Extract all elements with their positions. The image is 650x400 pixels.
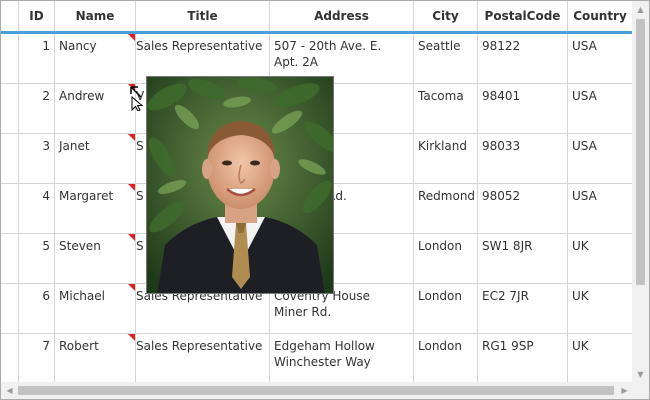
comment-indicator-icon[interactable]	[128, 34, 135, 41]
cell-id[interactable]: 7	[19, 334, 55, 383]
employee-photo-popup	[146, 76, 334, 294]
cell-name-text: Steven	[59, 239, 101, 253]
cell-postalcode[interactable]: 98052	[478, 184, 568, 233]
comment-indicator-icon[interactable]	[128, 334, 135, 341]
cell-name-text: Robert	[59, 339, 99, 353]
address-line-2: Miner Rd.	[274, 305, 332, 319]
cell-city[interactable]: London	[414, 234, 478, 283]
comment-indicator-icon[interactable]	[128, 284, 135, 291]
arrow-left-icon[interactable]: ◀	[1, 382, 18, 399]
cell-city[interactable]: London	[414, 284, 478, 333]
cell-postalcode[interactable]: 98122	[478, 34, 568, 83]
header-address[interactable]: Address	[270, 1, 414, 31]
header-postalcode[interactable]: PostalCode	[478, 1, 568, 31]
header-title[interactable]: Title	[136, 1, 270, 31]
header-id[interactable]: ID	[19, 1, 55, 31]
cell-country[interactable]: UK	[568, 334, 633, 383]
header-city[interactable]: City	[414, 1, 478, 31]
cell-country[interactable]: USA	[568, 134, 633, 183]
cell-name-text: Janet	[59, 139, 90, 153]
cell-name[interactable]: Margaret	[55, 184, 136, 233]
cell-name[interactable]: Andrew	[55, 84, 136, 133]
cell-city[interactable]: London	[414, 334, 478, 383]
cell-country[interactable]: UK	[568, 284, 633, 333]
header-row-indicator	[1, 1, 19, 31]
cell-name-text: Michael	[59, 289, 105, 303]
cell-city[interactable]: Tacoma	[414, 84, 478, 133]
cell-postalcode[interactable]: 98033	[478, 134, 568, 183]
cell-postalcode[interactable]: SW1 8JR	[478, 234, 568, 283]
scrollbar-corner	[632, 382, 649, 399]
row-indicator[interactable]	[1, 84, 19, 133]
arrow-up-icon[interactable]: ▲	[632, 1, 649, 18]
row-indicator[interactable]	[1, 34, 19, 83]
cell-city[interactable]: Redmond	[414, 184, 478, 233]
cell-name[interactable]: Robert	[55, 334, 136, 383]
row-indicator[interactable]	[1, 184, 19, 233]
arrow-right-icon[interactable]: ▶	[616, 382, 633, 399]
cell-postalcode[interactable]: EC2 7JR	[478, 284, 568, 333]
cell-id[interactable]: 5	[19, 234, 55, 283]
address-line-1: 507 - 20th Ave. E.	[274, 39, 382, 53]
cell-address[interactable]: Edgeham Hollow Winchester Way	[270, 334, 414, 383]
cell-country[interactable]: USA	[568, 184, 633, 233]
comment-indicator-icon[interactable]	[128, 234, 135, 241]
table-row[interactable]: 7 Robert Sales Representative Edgeham Hollo…	[1, 334, 633, 384]
address-line-1: Edgeham Hollow	[274, 339, 375, 353]
cell-country[interactable]: UK	[568, 234, 633, 283]
cell-country[interactable]: USA	[568, 34, 633, 83]
cell-name-text: Margaret	[59, 189, 114, 203]
row-indicator[interactable]	[1, 334, 19, 383]
comment-indicator-icon[interactable]	[128, 134, 135, 141]
cell-name[interactable]: Nancy	[55, 34, 136, 83]
cell-name-text: Nancy	[59, 39, 97, 53]
cell-postalcode[interactable]: 98401	[478, 84, 568, 133]
header-name[interactable]: Name	[55, 1, 136, 31]
address-line-2: Winchester Way	[274, 355, 371, 369]
cell-id[interactable]: 4	[19, 184, 55, 233]
cell-city[interactable]: Seattle	[414, 34, 478, 83]
grid-header: ID Name Title Address City PostalCode Co…	[1, 1, 633, 34]
horizontal-scroll-thumb[interactable]	[18, 386, 614, 395]
cell-country[interactable]: USA	[568, 84, 633, 133]
arrow-down-icon[interactable]: ▼	[632, 366, 649, 383]
cell-id[interactable]: 2	[19, 84, 55, 133]
cell-id[interactable]: 6	[19, 284, 55, 333]
cell-title[interactable]: Sales Representative	[136, 334, 270, 383]
cell-name[interactable]: Michael	[55, 284, 136, 333]
cell-postalcode[interactable]: RG1 9SP	[478, 334, 568, 383]
horizontal-scrollbar[interactable]: ◀ ▶	[1, 382, 633, 399]
address-line-2: Apt. 2A	[274, 55, 319, 69]
row-indicator[interactable]	[1, 284, 19, 333]
vertical-scroll-thumb[interactable]	[636, 19, 645, 285]
row-indicator[interactable]	[1, 234, 19, 283]
cell-city[interactable]: Kirkland	[414, 134, 478, 183]
row-indicator[interactable]	[1, 134, 19, 183]
cell-name-text: Andrew	[59, 89, 105, 103]
vertical-scrollbar[interactable]: ▲ ▼	[632, 1, 649, 383]
mouse-cursor-icon	[130, 86, 144, 111]
cell-id[interactable]: 3	[19, 134, 55, 183]
employee-photo	[147, 77, 333, 293]
cell-name[interactable]: Steven	[55, 234, 136, 283]
header-country[interactable]: Country	[568, 1, 633, 31]
comment-indicator-icon[interactable]	[128, 184, 135, 191]
data-grid[interactable]: ID Name Title Address City PostalCode Co…	[0, 0, 650, 400]
cell-name[interactable]: Janet	[55, 134, 136, 183]
cell-id[interactable]: 1	[19, 34, 55, 83]
